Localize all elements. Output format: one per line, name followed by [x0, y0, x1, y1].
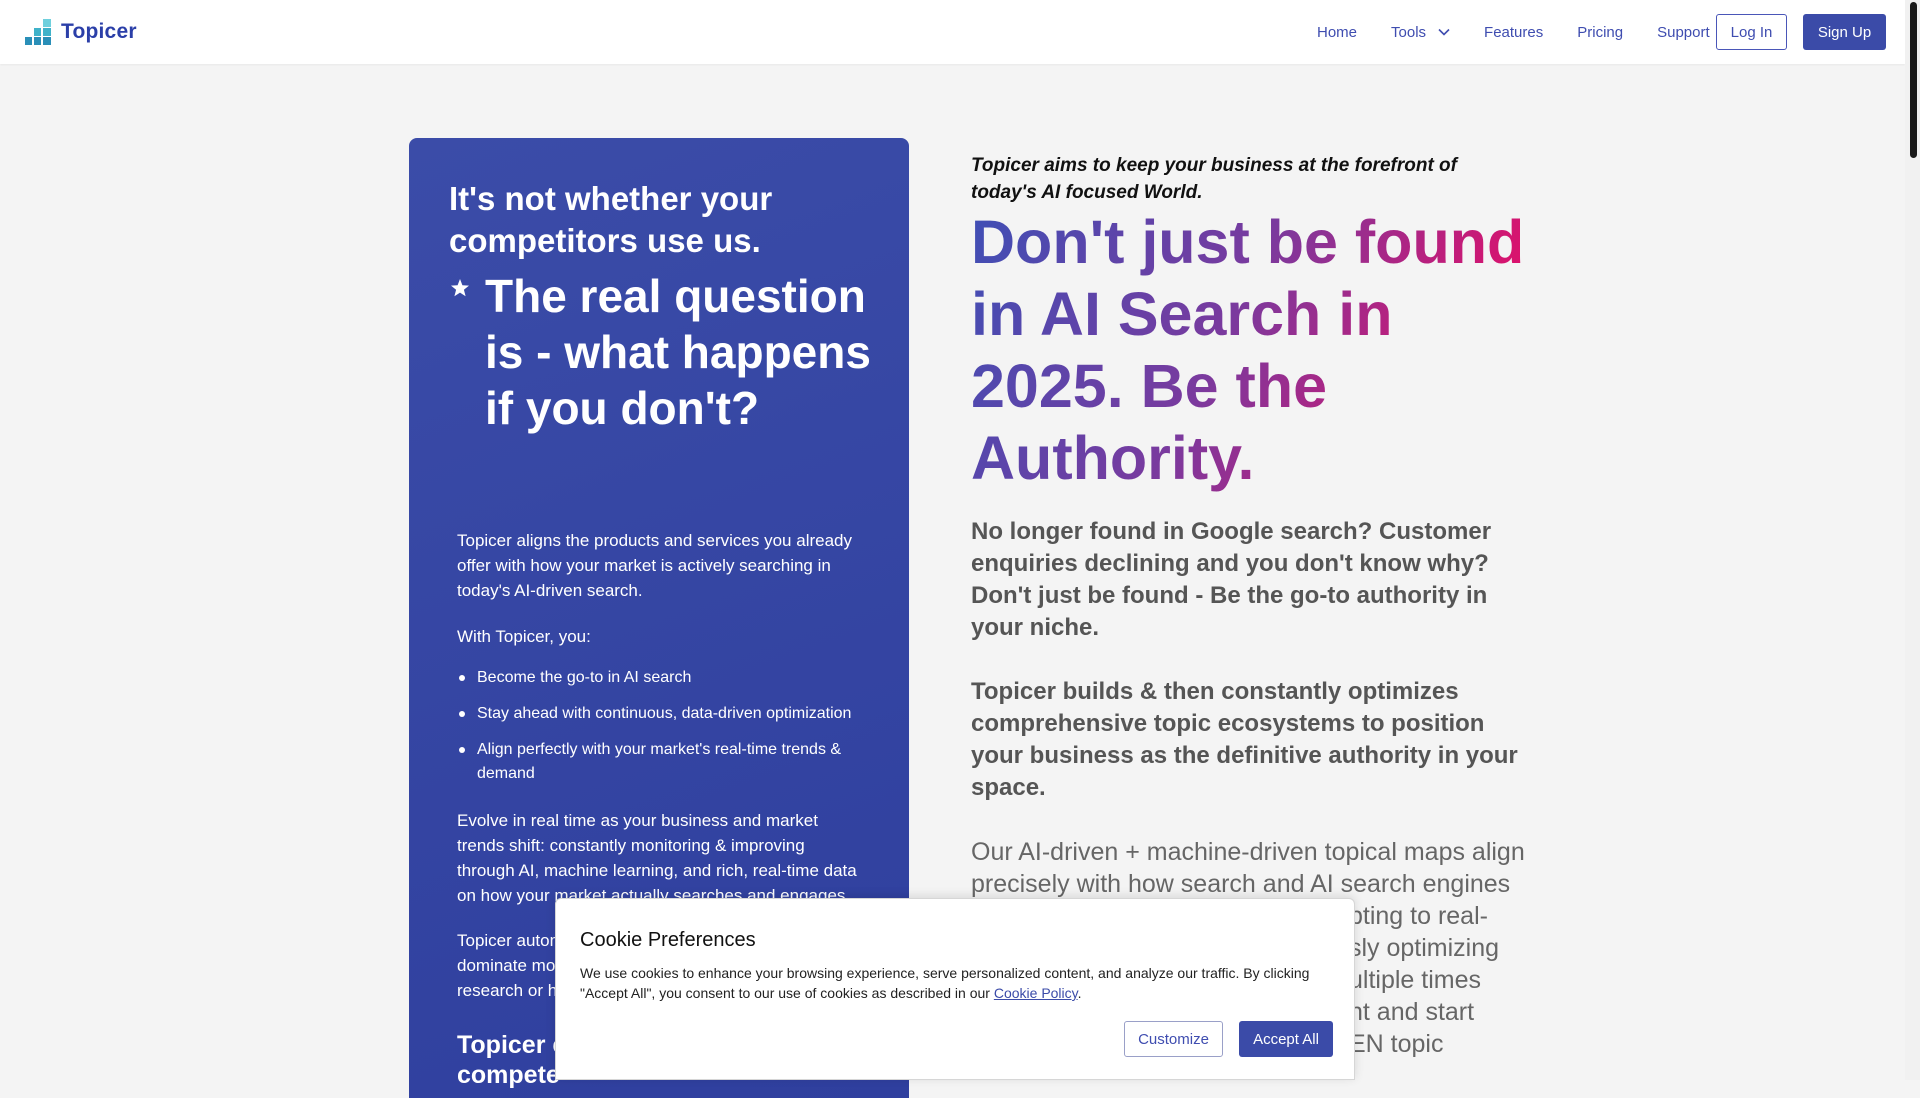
scrollbar-thumb[interactable] — [1910, 2, 1917, 158]
card-heading: It's not whether your competitors use us… — [449, 180, 773, 259]
login-button[interactable]: Log In — [1716, 14, 1787, 50]
card-closing-line-2: compete — [457, 1061, 560, 1089]
nav-tools-label: Tools — [1391, 23, 1427, 41]
nav-support[interactable]: Support — [1640, 24, 1727, 41]
card-evolve-text: Evolve in real time as your business and… — [457, 811, 857, 905]
top-navbar: Topicer Home Tools Features Pricing Supp… — [0, 0, 1905, 64]
nav-pricing[interactable]: Pricing — [1560, 24, 1640, 41]
benefit-list: Become the go-to in AI search Stay ahead… — [457, 666, 867, 798]
list-item: Become the go-to in AI search — [457, 666, 867, 690]
nav-home[interactable]: Home — [1300, 24, 1374, 41]
accept-all-button[interactable]: Accept All — [1239, 1021, 1333, 1057]
hero-lead-1: No longer found in Google search? Custom… — [971, 518, 1492, 641]
cookie-text: We use cookies to enhance your browsing … — [580, 963, 1340, 1003]
signup-button[interactable]: Sign Up — [1803, 14, 1886, 50]
card-closing-line-1: Topicer c — [457, 1031, 567, 1059]
hero-headline: Don't just be found in AI Search in 2025… — [971, 206, 1531, 494]
chevron-down-icon — [1438, 28, 1450, 36]
card-intro: Topicer aligns the products and services… — [457, 531, 852, 600]
cookie-title: Cookie Preferences — [580, 929, 756, 951]
brand-link[interactable]: Topicer — [25, 18, 137, 46]
cookie-body: We use cookies to enhance your browsing … — [580, 965, 1310, 1001]
star-icon — [451, 279, 469, 297]
hero-lead-2: Topicer builds & then constantly optimiz… — [971, 678, 1518, 801]
cookie-preferences-dialog: Cookie Preferences We use cookies to enh… — [555, 898, 1355, 1080]
brand-name: Topicer — [61, 20, 137, 43]
customize-button[interactable]: Customize — [1124, 1021, 1223, 1057]
nav-features[interactable]: Features — [1467, 24, 1560, 41]
nav-tools[interactable]: Tools — [1374, 24, 1467, 41]
list-item: Align perfectly with your market's real-… — [457, 738, 867, 786]
hero-body-line: Our AI-driven + machine-driven topical m… — [971, 838, 1525, 866]
cookie-policy-link[interactable]: Cookie Policy — [994, 985, 1078, 1001]
hero-tagline: Topicer aims to keep your business at th… — [971, 155, 1457, 203]
list-item: Stay ahead with continuous, data-driven … — [457, 702, 867, 726]
main-nav: Home Tools Features Pricing Support — [1300, 0, 1727, 64]
cookie-text-end: . — [1077, 985, 1082, 1001]
hero-body-line: precisely with how search and AI search … — [971, 870, 1511, 898]
card-with-label: With Topicer, you: — [457, 627, 591, 646]
card-question: The real question is - what happens if y… — [485, 270, 871, 434]
scrollbar-track[interactable] — [1905, 0, 1920, 1080]
bar-steps-logo-icon — [25, 19, 51, 45]
